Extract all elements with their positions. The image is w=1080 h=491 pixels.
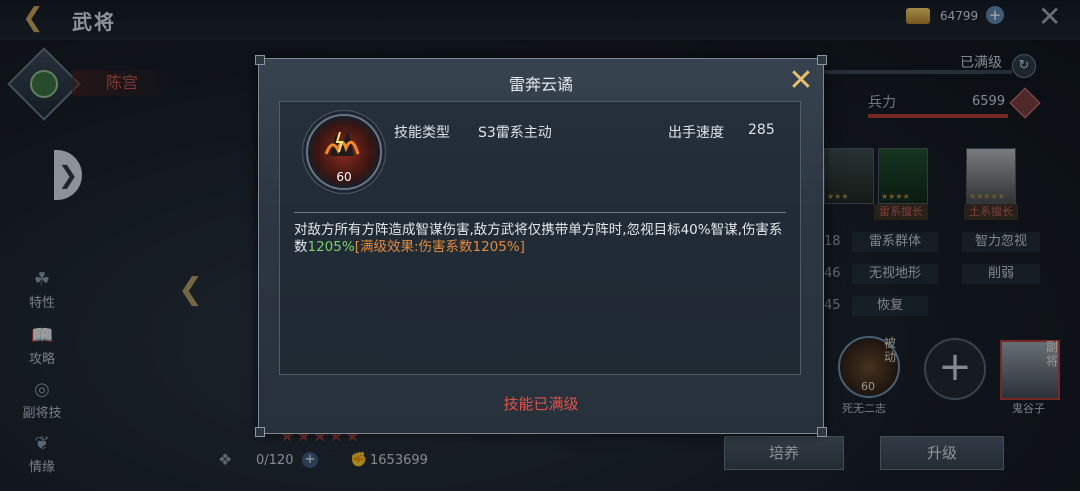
divider (294, 212, 786, 213)
max-level-effect: [满级效果:伤害系数1205%] (354, 239, 525, 255)
cast-speed-label: 出手速度 (668, 125, 724, 141)
corner-ornament (817, 427, 827, 437)
damage-coefficient: 1205% (307, 239, 355, 255)
corner-ornament (817, 55, 827, 65)
close-icon[interactable]: ✕ (785, 66, 817, 96)
corner-ornament (255, 427, 265, 437)
skill-icon: 60 (306, 114, 382, 190)
cast-speed-value: 285 (748, 122, 775, 138)
skill-detail-dialog: 雷奔云谲 ✕ 60 技能类型 S3雷系主动 出手速度 285 对敌方所有方阵造成… (255, 55, 827, 437)
max-level-notice: 技能已满级 (503, 395, 579, 413)
skill-info-panel: 60 技能类型 S3雷系主动 出手速度 285 对敌方所有方阵造成智谋伤害,敌方… (279, 101, 801, 375)
corner-ornament (255, 55, 265, 65)
dialog-title: 雷奔云谲 (508, 75, 573, 94)
skill-type-value: S3雷系主动 (478, 125, 552, 141)
skill-level: 60 (336, 170, 352, 184)
lightning-warrior-icon (324, 130, 360, 156)
skill-description: 对敌方所有方阵造成智谋伤害,敌方武将仅携带单方阵时,忽视目标40%智谋,伤害系数… (294, 222, 790, 256)
skill-type-label: 技能类型 (394, 125, 450, 141)
